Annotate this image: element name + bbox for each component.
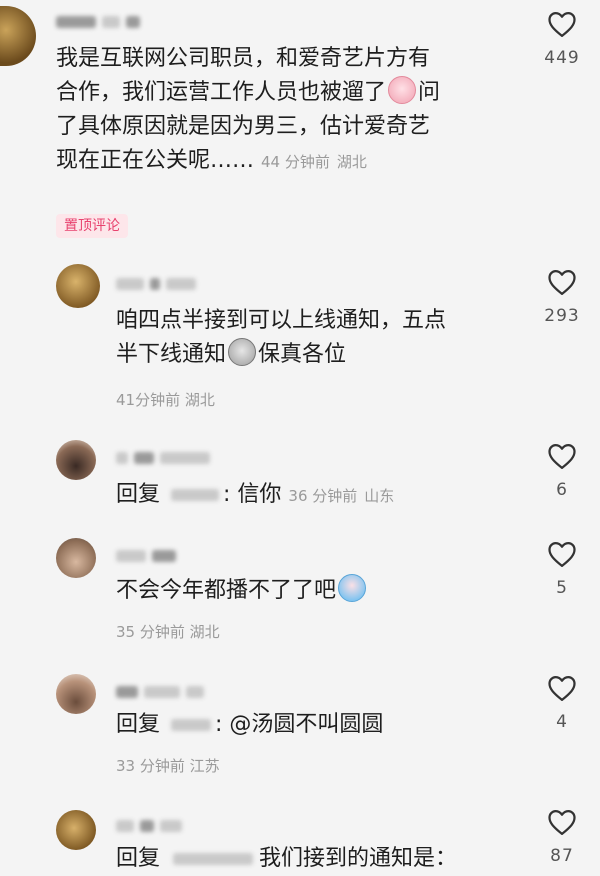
like-button[interactable]: 6 [530,442,594,500]
timestamp: 41分钟前 [116,391,181,409]
heart-outline-icon[interactable] [547,540,577,568]
heart-outline-icon[interactable] [547,268,577,296]
username[interactable] [116,450,210,466]
timestamp: 44 分钟前 [261,153,330,171]
like-count: 6 [556,480,568,500]
like-button[interactable]: 5 [530,540,594,598]
username[interactable] [56,14,140,30]
username[interactable] [116,818,182,834]
comment-line: 我是互联网公司职员，和爱奇艺片方有 [56,46,431,71]
pinned-comment-badge: 置顶评论 [56,214,128,238]
comment-meta: 41分钟前 湖北 [116,390,215,410]
avatar[interactable] [56,440,96,480]
comment-line-text: 现在正在公关呢…… [56,148,255,173]
reply-body: 我们接到的通知是： [259,846,458,871]
avatar[interactable] [0,6,36,66]
avatar[interactable] [56,810,96,850]
comment-text: 不会今年都播不了了吧 [116,574,536,608]
reply-label: 回复 [116,712,161,737]
like-count: 87 [550,846,574,866]
location: 山东 [364,487,395,505]
comment-line-text: 保真各位 [258,342,347,367]
avatar[interactable] [56,264,100,308]
location: 湖北 [189,623,220,641]
username[interactable] [116,276,196,292]
heart-outline-icon[interactable] [547,808,577,836]
like-count: 449 [544,48,580,68]
reply-text: 回复 : @汤圆不叫圆圆 [116,708,536,742]
comment-line-text: 不会今年都播不了了吧 [116,578,337,603]
comment-line-text: 问 [418,80,441,105]
like-button[interactable]: 87 [530,808,594,866]
username[interactable] [116,548,176,564]
comment-text: 咱四点半接到可以上线通知，五点 半下线通知 保真各位 [116,304,516,372]
like-button[interactable]: 293 [530,268,594,326]
timestamp: 33 分钟前 [116,757,185,775]
location: 湖北 [336,153,367,171]
avatar[interactable] [56,538,96,578]
reply-label: 回复 [116,482,161,507]
like-button[interactable]: 449 [530,10,594,68]
avatar[interactable] [56,674,96,714]
reply-target-name[interactable] [173,853,254,865]
reply-body: : @汤圆不叫圆圆 [215,712,384,737]
reply-target-name[interactable] [171,489,220,501]
comment-line: 合作，我们运营工作人员也被遛了 问 [56,76,516,110]
reply-body: : 信你 [223,482,282,507]
reply-text: 回复 : 信你 36 分钟前 山东 [116,478,536,513]
like-count: 4 [556,712,568,732]
timestamp: 36 分钟前 [288,487,358,505]
sobbing-face-emoji-icon [338,574,367,602]
location: 湖北 [184,391,215,409]
heart-outline-icon[interactable] [547,10,577,38]
comment-line: 半下线通知 保真各位 [116,338,516,372]
comment-meta: 35 分钟前 湖北 [116,622,220,642]
comment-line: 现在正在公关呢…… 44 分钟前 湖北 [56,144,516,179]
crying-face-emoji-icon [388,76,417,104]
reply-target-name[interactable] [171,719,212,731]
comment-meta: 33 分钟前 江苏 [116,756,220,776]
timestamp: 35 分钟前 [116,623,185,641]
reply-text: 回复 我们接到的通知是： [116,842,536,876]
location: 江苏 [189,757,220,775]
sweat-face-emoji-icon [228,338,257,366]
comment-line: 了具体原因就是因为男三，估计爱奇艺 [56,114,431,139]
comment-text: 我是互联网公司职员，和爱奇艺片方有 合作，我们运营工作人员也被遛了 问 了具体原因… [56,42,516,179]
reply-label: 回复 [116,846,161,871]
username[interactable] [116,684,204,700]
heart-outline-icon[interactable] [547,442,577,470]
comment-line-text: 半下线通知 [116,342,227,367]
heart-outline-icon[interactable] [547,674,577,702]
comment-line: 咱四点半接到可以上线通知，五点 [116,308,447,333]
like-count: 293 [544,306,580,326]
comment-line-text: 合作，我们运营工作人员也被遛了 [56,80,387,105]
like-button[interactable]: 4 [530,674,594,732]
like-count: 5 [556,578,568,598]
